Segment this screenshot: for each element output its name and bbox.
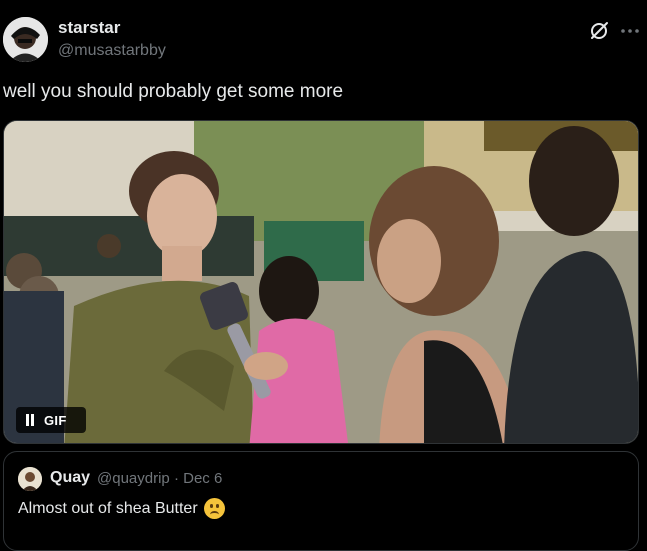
more-options-icon[interactable] (619, 20, 641, 42)
grok-icon[interactable] (588, 20, 610, 42)
quote-text: Almost out of shea Butter (18, 499, 198, 517)
author-handle[interactable]: @musastarbby (58, 42, 166, 60)
quote-author-name[interactable]: Quay (50, 469, 90, 487)
gif-media[interactable] (3, 120, 639, 444)
quote-separator: · (173, 470, 179, 487)
gif-label: GIF (44, 412, 67, 428)
quote-meta: @quaydrip · Dec 6 (97, 470, 222, 487)
quote-text-row: Almost out of shea Butter (18, 498, 225, 519)
quote-author-handle[interactable]: @quaydrip (97, 470, 170, 487)
post-header: starstar @musastarbby (0, 0, 647, 70)
pause-icon[interactable] (25, 414, 35, 426)
quoted-post[interactable]: Quay @quaydrip · Dec 6 Almost out of she… (3, 451, 639, 551)
author-avatar[interactable] (3, 17, 48, 62)
quote-author-avatar[interactable] (18, 467, 42, 491)
gif-badge[interactable]: GIF (16, 407, 86, 433)
author-name[interactable]: starstar (58, 18, 120, 38)
post-text: well you should probably get some more (3, 81, 344, 102)
frowning-face-emoji-icon (203, 498, 225, 519)
quote-date[interactable]: Dec 6 (183, 470, 222, 487)
